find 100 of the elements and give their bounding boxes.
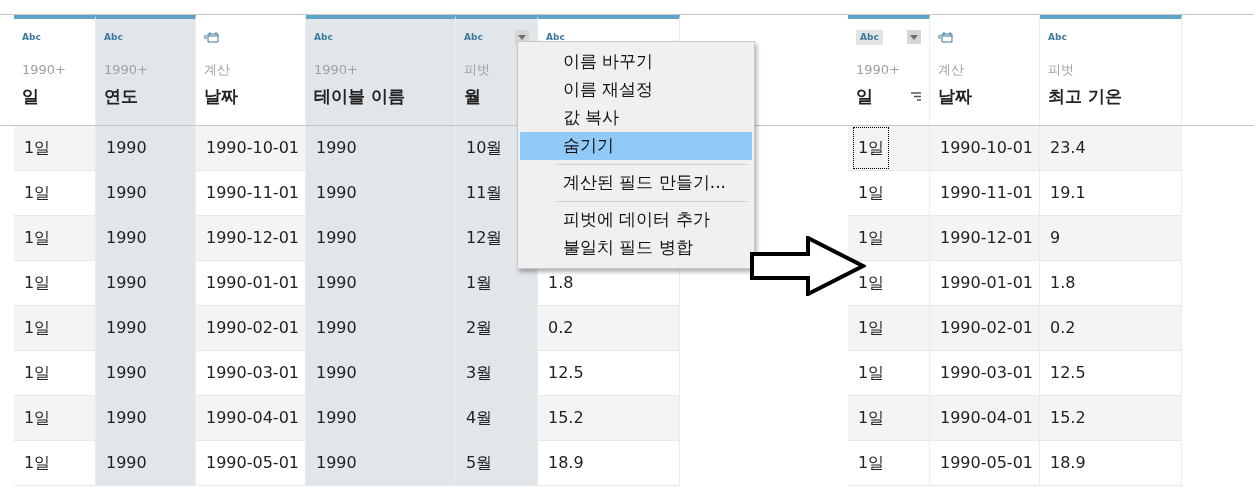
- column-header[interactable]: Abc 피벗 최고 기온: [1040, 15, 1182, 125]
- column-source: 피벗: [464, 61, 491, 79]
- table-cell-text: 1990-05-01: [940, 452, 1033, 474]
- table-cell-text: 9: [1050, 227, 1061, 249]
- calendar-icon: [204, 31, 219, 43]
- column-name: 날짜: [938, 85, 972, 107]
- table-cell-text: 1990-02-01: [940, 317, 1033, 339]
- table-cell-text: 1990-12-01: [940, 227, 1033, 249]
- table-cell-text: 1.8: [548, 272, 574, 294]
- column-name: 연도: [104, 85, 138, 107]
- column-source: 계산: [938, 61, 965, 79]
- table-cell-text: 1990-11-01: [206, 182, 299, 204]
- sort-icon[interactable]: [911, 91, 921, 101]
- text-type-icon: Abc: [22, 32, 41, 42]
- table-cell-text: 4월: [466, 407, 493, 429]
- column-name: 날짜: [204, 85, 238, 107]
- table-cell-text: 1일: [858, 272, 885, 294]
- table-cell-text: 1990: [316, 272, 357, 294]
- table-cell-text: 1.8: [1050, 272, 1076, 294]
- table-cell-text: 1일: [24, 362, 51, 384]
- table-cell-text: 12.5: [1050, 362, 1086, 384]
- table-cell-text: 15.2: [1050, 407, 1086, 429]
- table-cell-text: 1990-04-01: [206, 407, 299, 429]
- table-cell-text: 1990-01-01: [206, 272, 299, 294]
- column-source: 1990+: [856, 61, 901, 79]
- menu-item[interactable]: 불일치 필드 병합: [520, 234, 752, 262]
- table-cell-text: 1990-03-01: [940, 362, 1033, 384]
- table-cell-text: 0.2: [548, 317, 574, 339]
- table-cell-text: 1월: [466, 272, 493, 294]
- column-name: 테이블 이름: [314, 85, 405, 107]
- table-cell-text: 15.2: [548, 407, 584, 429]
- column-source: 1990+: [104, 61, 149, 79]
- table-cell-text: 1990-12-01: [206, 227, 299, 249]
- table-cell-text: 1990-02-01: [206, 317, 299, 339]
- table-cell-text: 0.2: [1050, 317, 1076, 339]
- calendar-icon: [938, 31, 953, 43]
- menu-item[interactable]: 계산된 필드 만들기...: [520, 169, 752, 197]
- table-cell-text: 1990: [316, 182, 357, 204]
- column-header[interactable]: Abc 1990+ 일: [14, 15, 96, 125]
- menu-item[interactable]: 숨기기: [520, 132, 752, 160]
- table-cell-text: 1일: [858, 362, 885, 384]
- column-name: 일: [22, 85, 39, 107]
- table-cell-text: 1990: [316, 452, 357, 474]
- table-cell-text: 19.1: [1050, 182, 1086, 204]
- table-cell-text: 1990-01-01: [940, 272, 1033, 294]
- table-cell-text: 12.5: [548, 362, 584, 384]
- table-cell: 1일: [854, 128, 889, 168]
- table-cell-text: 5월: [466, 452, 493, 474]
- column-source: 피벗: [1048, 61, 1075, 79]
- table-cell-text: 1일: [858, 317, 885, 339]
- column-source: 계산: [204, 61, 231, 79]
- table-cell-text: 1일: [24, 407, 51, 429]
- table-cell-text: 2월: [466, 317, 493, 339]
- table-cell-text: 1일: [858, 407, 885, 429]
- table-cell-text: 1990: [106, 227, 147, 249]
- column-name: 최고 기온: [1048, 85, 1122, 107]
- table-cell-text: 1일: [24, 182, 51, 204]
- text-type-icon: Abc: [856, 29, 883, 45]
- table-cell-text: 1990-10-01: [940, 137, 1033, 159]
- text-type-icon: Abc: [314, 32, 333, 42]
- table-cell-text: 1990: [316, 137, 357, 159]
- table-cell-text: 1990: [106, 317, 147, 339]
- table-cell-text: 1990: [106, 272, 147, 294]
- menu-item[interactable]: 피벗에 데이터 추가: [520, 206, 752, 234]
- table-cell-text: 1일: [858, 452, 885, 474]
- table-cell-text: 11월: [466, 182, 503, 204]
- text-type-icon: Abc: [464, 32, 483, 42]
- table-cell-text: 1990-10-01: [206, 137, 299, 159]
- table-cell-text: 1990-04-01: [940, 407, 1033, 429]
- table-cell-text: 1990: [106, 407, 147, 429]
- column-source: 1990+: [314, 61, 359, 79]
- table-cell-text: 10월: [466, 137, 503, 159]
- table-cell-text: 1일: [24, 272, 51, 294]
- table-cell-text: 1990: [106, 362, 147, 384]
- table-cell-text: 1일: [858, 182, 885, 204]
- table-cell-text: 1990: [106, 182, 147, 204]
- column-header[interactable]: Abc 1990+ 테이블 이름: [306, 15, 456, 125]
- text-type-icon: Abc: [1048, 32, 1067, 42]
- column-header[interactable]: Abc 1990+ 일: [848, 15, 930, 125]
- table-cell-text: 1일: [24, 452, 51, 474]
- table-cell-text: 18.9: [548, 452, 584, 474]
- table-cell-text: 12월: [466, 227, 503, 249]
- dropdown-icon[interactable]: [907, 30, 921, 44]
- table-cell-text: 18.9: [1050, 452, 1086, 474]
- table-cell-text: 1990: [316, 407, 357, 429]
- column-header[interactable]: Abc 1990+ 연도: [96, 15, 196, 125]
- column-name: 일: [856, 85, 873, 107]
- table-cell-text: 1일: [24, 317, 51, 339]
- table-cell-text: 1일: [858, 227, 885, 249]
- table-cell-text: 1990: [316, 227, 357, 249]
- table-cell-text: 1990-11-01: [940, 182, 1033, 204]
- text-type-icon: Abc: [546, 32, 565, 42]
- table-cell-text: 1990: [106, 137, 147, 159]
- table-cell-text: 1990: [316, 362, 357, 384]
- text-type-icon: Abc: [104, 32, 123, 42]
- table-cell-text: 1일: [24, 227, 51, 249]
- table-cell-text: 1일: [24, 137, 51, 159]
- table-cell-text: 1990: [316, 317, 357, 339]
- table-cell-text: 1990-03-01: [206, 362, 299, 384]
- table-cell-text: 23.4: [1050, 137, 1086, 159]
